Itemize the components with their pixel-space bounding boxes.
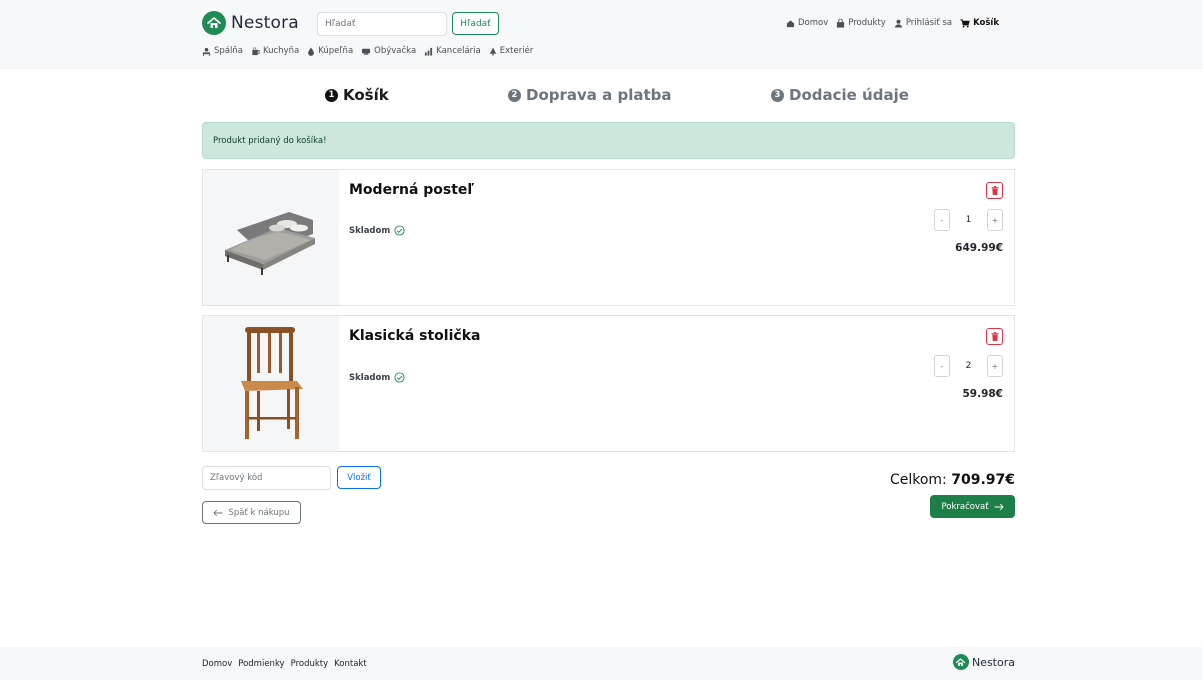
checkout-steps: 1 Košík 2 Doprava a platba 3 Dodacie úda… xyxy=(0,86,1203,110)
site-header: Nestora Hľadať Domov Produkty Prihlásiť … xyxy=(0,0,1203,69)
nav-label: Košík xyxy=(973,18,999,28)
category-label: Obývačka xyxy=(374,46,417,56)
category-label: Kuchyňa xyxy=(262,46,300,56)
nav-label: Domov xyxy=(798,18,829,28)
stock-label: Skladom xyxy=(349,225,391,236)
nav-item-cart[interactable]: Košík xyxy=(960,18,999,28)
quantity-stepper: - 2 + xyxy=(934,355,1003,377)
category-label: Kancelária xyxy=(436,46,481,56)
footer-link-products[interactable]: Produkty xyxy=(291,659,329,669)
drop-icon xyxy=(307,46,315,56)
check-circle-icon xyxy=(394,225,405,236)
bed-icon xyxy=(202,47,211,56)
product-image-chair[interactable] xyxy=(203,316,339,451)
category-office[interactable]: Kancelária xyxy=(424,46,481,56)
brand-logo[interactable]: Nestora xyxy=(202,11,299,35)
step-label: Dodacie údaje xyxy=(789,86,909,104)
step-shipping-payment[interactable]: 2 Doprava a platba xyxy=(508,86,672,104)
cart-item: Klasická stolička Skladom - 2 + 59.98€ xyxy=(202,315,1015,452)
nav-item-login[interactable]: Prihlásiť sa xyxy=(894,18,952,28)
step-number: 3 xyxy=(771,88,784,102)
continue-button[interactable]: Pokračovať xyxy=(930,495,1015,518)
total-value: 709.97€ xyxy=(951,472,1015,488)
step-cart[interactable]: 1 Košík xyxy=(325,86,389,104)
category-living-room[interactable]: Obývačka xyxy=(361,46,416,56)
nav-item-home[interactable]: Domov xyxy=(786,18,828,28)
product-name[interactable]: Moderná posteľ xyxy=(349,182,474,198)
check-circle-icon xyxy=(394,372,405,383)
qty-value: 1 xyxy=(965,215,972,225)
house-logo-icon xyxy=(202,11,226,35)
item-price: 59.98€ xyxy=(962,388,1003,400)
footer-link-terms[interactable]: Podmienky xyxy=(238,659,284,669)
cart-icon xyxy=(960,18,970,28)
search-button[interactable]: Hľadať xyxy=(452,12,499,35)
category-label: Spálňa xyxy=(214,46,243,56)
category-nav: Spálňa Kuchyňa Kúpeľňa Obývačka Kancelár… xyxy=(202,46,533,56)
step-label: Doprava a platba xyxy=(526,86,672,104)
category-label: Exteriér xyxy=(499,46,534,56)
total-label: Celkom: xyxy=(889,472,947,488)
house-logo-icon xyxy=(952,654,969,670)
footer-logo[interactable]: Nestora xyxy=(952,654,1015,670)
qty-increase-button[interactable]: + xyxy=(987,355,1003,377)
delete-button[interactable] xyxy=(986,328,1003,345)
home-icon xyxy=(786,19,795,28)
category-label: Kúpeľňa xyxy=(318,46,354,56)
apply-promo-button[interactable]: Vložiť xyxy=(337,466,381,489)
search-input[interactable] xyxy=(317,12,447,36)
category-bathroom[interactable]: Kúpeľňa xyxy=(307,46,353,56)
sofa-icon xyxy=(361,47,371,56)
top-nav: Domov Produkty Prihlásiť sa Košík xyxy=(786,18,999,28)
qty-decrease-button[interactable]: - xyxy=(934,355,950,377)
footer-links: Domov Podmienky Produkty Kontakt xyxy=(202,659,367,669)
product-image-bed[interactable] xyxy=(203,170,339,305)
stock-status: Skladom xyxy=(349,225,405,236)
delete-button[interactable] xyxy=(986,182,1003,199)
category-kitchen[interactable]: Kuchyňa xyxy=(251,46,299,56)
nav-label: Produkty xyxy=(848,18,886,28)
qty-increase-button[interactable]: + xyxy=(987,209,1003,231)
cart-item: Moderná posteľ Skladom - 1 + 649.99€ xyxy=(202,169,1015,306)
tree-icon xyxy=(489,46,497,56)
nav-label: Prihlásiť sa xyxy=(905,18,953,28)
step-label: Košík xyxy=(343,86,389,104)
category-exterior[interactable]: Exteriér xyxy=(489,46,534,56)
bag-icon xyxy=(836,18,845,28)
step-number: 1 xyxy=(325,88,338,102)
back-button-label: Späť k nákupu xyxy=(228,507,290,518)
brand-name: Nestora xyxy=(231,13,299,33)
footer-link-contact[interactable]: Kontakt xyxy=(334,659,367,669)
step-number: 2 xyxy=(508,88,521,102)
chart-icon xyxy=(424,47,433,56)
cart-total: Celkom: 709.97€ xyxy=(890,472,1015,488)
success-alert: Produkt pridaný do košíka! xyxy=(202,122,1015,159)
item-price: 649.99€ xyxy=(955,242,1003,254)
continue-button-label: Pokračovať xyxy=(941,501,989,512)
nav-item-products[interactable]: Produkty xyxy=(836,18,886,28)
promo-code-input[interactable] xyxy=(202,466,331,490)
arrow-left-icon xyxy=(213,509,223,517)
cup-icon xyxy=(251,46,260,56)
footer-link-home[interactable]: Domov xyxy=(202,659,232,669)
footer-brand-name: Nestora xyxy=(971,655,1015,669)
user-icon xyxy=(894,19,903,28)
stock-status: Skladom xyxy=(349,372,405,383)
qty-decrease-button[interactable]: - xyxy=(934,209,950,231)
step-delivery-details[interactable]: 3 Dodacie údaje xyxy=(771,86,909,104)
arrow-right-icon xyxy=(994,503,1004,511)
back-to-shopping-button[interactable]: Späť k nákupu xyxy=(202,501,301,524)
product-name[interactable]: Klasická stolička xyxy=(349,328,480,344)
site-footer: Domov Podmienky Produkty Kontakt Nestora xyxy=(0,647,1203,680)
category-bedroom[interactable]: Spálňa xyxy=(202,46,243,56)
trash-icon xyxy=(991,186,999,195)
stock-label: Skladom xyxy=(349,372,391,383)
qty-value: 2 xyxy=(965,361,972,371)
trash-icon xyxy=(991,332,999,341)
quantity-stepper: - 1 + xyxy=(934,209,1003,231)
